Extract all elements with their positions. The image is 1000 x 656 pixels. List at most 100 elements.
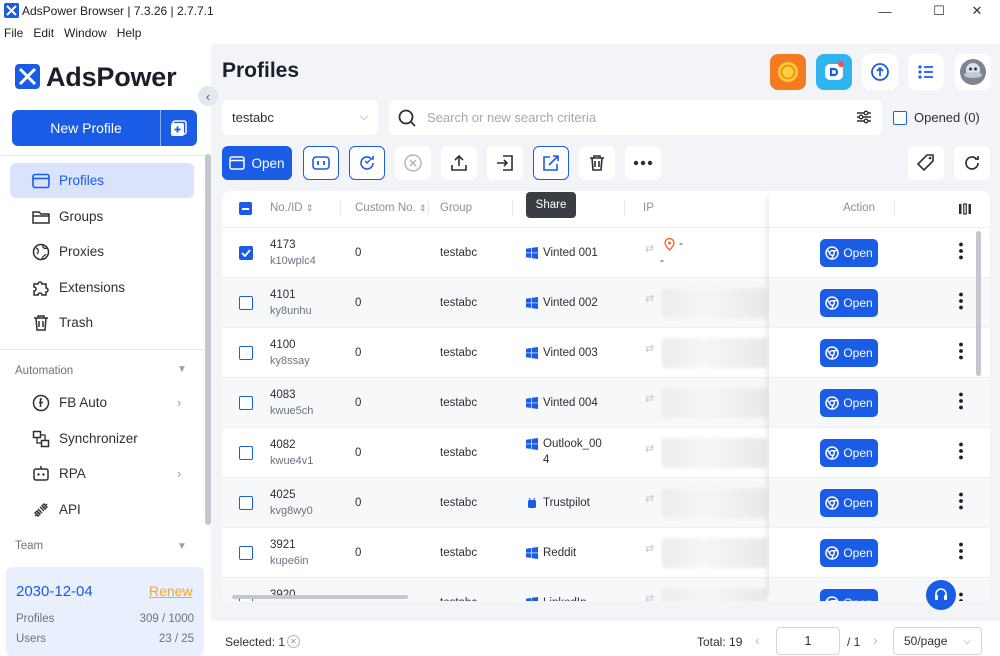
clear-selection-icon[interactable]: ✕	[287, 635, 300, 648]
row-checkbox[interactable]	[239, 496, 253, 510]
close-window-button[interactable]: ✕	[954, 0, 1000, 22]
profile-id: ky8ssay	[270, 355, 310, 367]
page-number-input[interactable]: 1	[776, 627, 840, 655]
rpa-robot-icon[interactable]	[816, 54, 852, 90]
move-to-group-button[interactable]	[487, 146, 523, 180]
batch-add-icon[interactable]	[170, 120, 187, 137]
custom-number: 0	[355, 547, 362, 559]
user-avatar[interactable]	[955, 54, 991, 90]
header-group[interactable]: Group	[440, 202, 472, 214]
next-page-button[interactable]: ›	[873, 632, 878, 648]
share-button[interactable]	[533, 146, 569, 180]
select-all-checkbox[interactable]	[239, 202, 252, 215]
menu-window[interactable]: Window	[64, 22, 113, 44]
row-checkbox[interactable]	[239, 396, 253, 410]
profile-number: 4082	[270, 439, 296, 451]
plan-expiry: 2030-12-04	[16, 583, 93, 600]
rpa-toolbar-button[interactable]	[303, 146, 339, 180]
sidebar-item-label: Extensions	[59, 280, 126, 295]
sidebar-item-rpa[interactable]: RPA	[10, 456, 194, 491]
filter-settings-icon[interactable]	[856, 109, 872, 125]
new-profile-button[interactable]: New Profile	[12, 110, 197, 146]
windows-icon	[526, 247, 538, 259]
vertical-scrollbar[interactable]	[976, 231, 981, 376]
tag-button[interactable]	[908, 146, 944, 180]
update-icon[interactable]	[862, 54, 898, 90]
sidebar: AdsPower ‹ New Profile Profiles Groups P…	[0, 44, 218, 656]
rpa-icon	[311, 154, 331, 172]
sidebar-scrollbar[interactable]	[205, 154, 211, 525]
delete-button[interactable]	[579, 146, 615, 180]
renew-link[interactable]: Renew	[149, 583, 193, 599]
sidebar-item-extensions[interactable]: Extensions	[10, 270, 194, 305]
profile-number: 4100	[270, 339, 296, 351]
row-checkbox[interactable]	[239, 246, 253, 260]
tag-icon	[916, 153, 936, 173]
search-placeholder: Search or new search criteria	[427, 110, 597, 125]
chevron-down-icon: ⌵	[963, 635, 971, 647]
team-header: Team	[15, 540, 44, 552]
profile-number: 4101	[270, 289, 296, 301]
close-browsers-button[interactable]	[395, 146, 431, 180]
row-checkbox[interactable]	[239, 546, 253, 560]
sidebar-item-groups[interactable]: Groups	[10, 199, 194, 234]
sidebar-item-proxies[interactable]: Proxies	[10, 234, 194, 269]
support-chat-button[interactable]	[926, 580, 956, 610]
collapse-sidebar-button[interactable]: ‹	[198, 86, 218, 106]
row-checkbox[interactable]	[239, 446, 253, 460]
refresh-button[interactable]	[954, 146, 990, 180]
ip-location: -	[660, 255, 664, 267]
sidebar-item-synchronizer[interactable]: Synchronizer	[10, 421, 194, 456]
prev-page-button[interactable]: ‹	[755, 632, 760, 648]
group-name: testabc	[440, 497, 478, 509]
divider	[624, 201, 625, 215]
browser-window-icon	[229, 156, 246, 170]
row-checkbox[interactable]	[239, 296, 253, 310]
minimize-button[interactable]: —	[862, 0, 908, 22]
task-list-icon[interactable]	[908, 54, 944, 90]
sync-toolbar-button[interactable]	[349, 146, 385, 180]
per-page-value: 50/page	[904, 634, 948, 648]
sidebar-item-fb-auto[interactable]: FB Auto	[10, 385, 194, 420]
proxy-swap-icon: ⇄	[645, 443, 655, 455]
ip-redacted	[662, 338, 767, 368]
menu-file[interactable]: File	[4, 22, 29, 44]
group-select[interactable]: testabc ⌵	[222, 100, 378, 135]
profile-name: Reddit	[543, 547, 577, 559]
search-input[interactable]: Search or new search criteria	[389, 100, 882, 135]
opened-filter-checkbox[interactable]	[893, 111, 907, 125]
profile-name: Outlook_00	[543, 438, 602, 450]
ip-redacted	[662, 538, 767, 568]
search-icon	[397, 108, 417, 128]
sidebar-item-trash[interactable]: Trash	[10, 305, 194, 340]
profile-id: kvg8wy0	[270, 505, 313, 517]
profile-number: 3921	[270, 539, 296, 551]
coin-promo-icon[interactable]	[770, 54, 806, 90]
trash-icon	[587, 153, 607, 173]
chevron-down-icon[interactable]: ▼	[177, 364, 187, 375]
row-checkbox[interactable]	[239, 346, 253, 360]
adspower-logo-icon	[15, 64, 40, 89]
globe-icon	[31, 242, 51, 262]
header-custom-no[interactable]: Custom No. ⇕	[355, 202, 426, 214]
open-selected-button[interactable]: Open	[222, 146, 292, 180]
header-no-id[interactable]: No./ID ⇕	[270, 202, 313, 214]
more-actions-button[interactable]	[625, 146, 661, 180]
sidebar-item-label: RPA	[59, 466, 86, 481]
custom-number: 0	[355, 247, 362, 259]
refresh-icon	[962, 153, 982, 173]
profiles-quota-value: 309 / 1000	[139, 613, 194, 625]
group-name: testabc	[440, 597, 477, 601]
sidebar-item-api[interactable]: API	[10, 492, 194, 527]
sidebar-item-label: Proxies	[59, 244, 105, 259]
group-name: testabc	[440, 347, 478, 359]
header-ip[interactable]: IP	[643, 202, 654, 214]
export-button[interactable]	[441, 146, 477, 180]
sidebar-item-profiles[interactable]: Profiles	[10, 163, 194, 198]
chevron-down-icon[interactable]: ▼	[177, 541, 187, 552]
menu-help[interactable]: Help	[117, 22, 148, 44]
per-page-select[interactable]: 50/page ⌵	[893, 627, 982, 655]
sidebar-item-label: Groups	[59, 209, 104, 224]
horizontal-scrollbar[interactable]	[232, 595, 408, 599]
menu-edit[interactable]: Edit	[33, 22, 60, 44]
